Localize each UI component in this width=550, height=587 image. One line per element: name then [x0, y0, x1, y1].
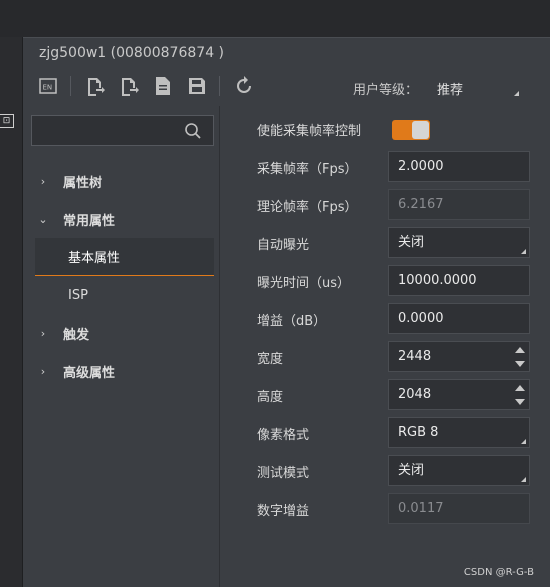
property-label: 宽度: [257, 352, 284, 367]
property-label: 理论帧率（Fps）: [257, 200, 358, 215]
tree-item-common-properties[interactable]: ⌄ 常用属性: [23, 200, 220, 238]
property-label: 数字增益: [257, 504, 310, 519]
tree-item-trigger[interactable]: › 触发: [23, 314, 220, 352]
spin-buttons[interactable]: [515, 384, 525, 406]
tree-item-property-tree[interactable]: › 属性树: [23, 162, 220, 200]
user-level-dropdown-icon[interactable]: [514, 91, 519, 96]
property-tree-sidebar: › 属性树 ⌄ 常用属性 基本属性 ISP › 触发 › 高级属性: [23, 106, 220, 587]
import-icon[interactable]: [84, 75, 106, 97]
tree-item-label: 属性树: [63, 175, 103, 191]
file-icon[interactable]: [152, 75, 174, 97]
language-en-icon[interactable]: EN: [37, 75, 59, 97]
property-row-auto-exposure: 自动曝光 关闭: [221, 224, 550, 262]
pixel-format-select[interactable]: RGB 8: [388, 417, 530, 448]
width-stepper[interactable]: 2448: [388, 341, 530, 372]
spin-down-icon[interactable]: [515, 361, 525, 367]
property-label: 采集帧率（Fps）: [257, 162, 358, 177]
property-panel: zjg500w1 (00800876874 ) EN 用户等级： 推荐 › 属性…: [23, 37, 550, 587]
dropdown-icon: [521, 249, 526, 254]
dropdown-icon: [521, 439, 526, 444]
tree-item-basic-properties[interactable]: 基本属性: [35, 238, 214, 276]
chevron-right-icon[interactable]: ›: [23, 327, 63, 340]
dropdown-icon: [521, 477, 526, 482]
property-label: 使能采集帧率控制: [257, 124, 362, 139]
tree-item-label: 基本属性: [68, 251, 121, 266]
search-icon[interactable]: [184, 122, 202, 140]
property-row-height: 高度 2048: [221, 376, 550, 414]
search-field[interactable]: [31, 115, 214, 146]
property-row-pixel-format: 像素格式 RGB 8: [221, 414, 550, 452]
save-icon[interactable]: [186, 75, 208, 97]
digital-gain-field: 0.0117: [388, 493, 530, 524]
search-input[interactable]: [32, 116, 182, 145]
watermark-text: CSDN @R-G-B: [463, 567, 534, 578]
user-level-label: 用户等级：: [353, 83, 419, 98]
top-bar: [0, 0, 550, 37]
stepper-value: 2048: [398, 387, 432, 402]
property-row-digital-gain: 数字增益 0.0117: [221, 490, 550, 528]
theoretical-frame-rate-field: 6.2167: [388, 189, 530, 220]
property-list: 使能采集帧率控制 采集帧率（Fps） 2.0000 理论帧率（Fps） 6.21…: [221, 106, 550, 587]
export-icon[interactable]: [118, 75, 140, 97]
property-row-exposure-time: 曝光时间（us） 10000.0000: [221, 262, 550, 300]
property-label: 自动曝光: [257, 238, 310, 253]
property-label: 曝光时间（us）: [257, 276, 351, 291]
select-value: 关闭: [398, 235, 425, 250]
toolbar-separator: [219, 76, 220, 96]
device-title: zjg500w1 (00800876874 ): [39, 45, 225, 61]
user-level-select[interactable]: 推荐: [437, 79, 463, 98]
property-label: 增益（dB）: [257, 314, 327, 329]
property-label: 高度: [257, 390, 284, 405]
tree-item-label: 常用属性: [63, 213, 116, 229]
gain-input[interactable]: 0.0000: [388, 303, 530, 334]
chevron-right-icon[interactable]: ›: [23, 175, 63, 188]
frame-rate-control-toggle[interactable]: [392, 120, 430, 140]
select-value: 关闭: [398, 463, 425, 478]
test-mode-select[interactable]: 关闭: [388, 455, 530, 486]
property-label: 像素格式: [257, 428, 310, 443]
select-value: RGB 8: [398, 425, 439, 440]
auto-exposure-select[interactable]: 关闭: [388, 227, 530, 258]
svg-text:EN: EN: [43, 84, 53, 92]
exposure-time-input[interactable]: 10000.0000: [388, 265, 530, 296]
panel-toggle-icon[interactable]: ⊡: [0, 114, 14, 128]
property-row-test-mode: 测试模式 关闭: [221, 452, 550, 490]
tree-item-advanced-properties[interactable]: › 高级属性: [23, 352, 220, 390]
tree-item-label: ISP: [68, 287, 88, 303]
tree-item-isp[interactable]: ISP: [23, 276, 220, 314]
toolbar: EN 用户等级： 推荐: [23, 70, 550, 102]
chevron-down-icon[interactable]: ⌄: [23, 213, 63, 226]
property-row-frame-rate-control: 使能采集帧率控制: [221, 110, 550, 148]
property-row-acquisition-frame-rate: 采集帧率（Fps） 2.0000: [221, 148, 550, 186]
stepper-value: 2448: [398, 349, 432, 364]
left-panel-strip: ⊡: [0, 37, 23, 587]
spin-up-icon[interactable]: [515, 385, 525, 391]
toggle-knob: [412, 121, 429, 139]
spin-buttons[interactable]: [515, 346, 525, 368]
property-row-gain: 增益（dB） 0.0000: [221, 300, 550, 338]
spin-down-icon[interactable]: [515, 399, 525, 405]
refresh-icon[interactable]: [233, 75, 255, 97]
tree-item-label: 触发: [63, 327, 90, 343]
spin-up-icon[interactable]: [515, 347, 525, 353]
property-row-width: 宽度 2448: [221, 338, 550, 376]
property-label: 测试模式: [257, 466, 310, 481]
acquisition-frame-rate-input[interactable]: 2.0000: [388, 151, 530, 182]
height-stepper[interactable]: 2048: [388, 379, 530, 410]
chevron-right-icon[interactable]: ›: [23, 365, 63, 378]
toolbar-separator: [70, 76, 71, 96]
property-row-theoretical-frame-rate: 理论帧率（Fps） 6.2167: [221, 186, 550, 224]
tree-item-label: 高级属性: [63, 365, 116, 381]
